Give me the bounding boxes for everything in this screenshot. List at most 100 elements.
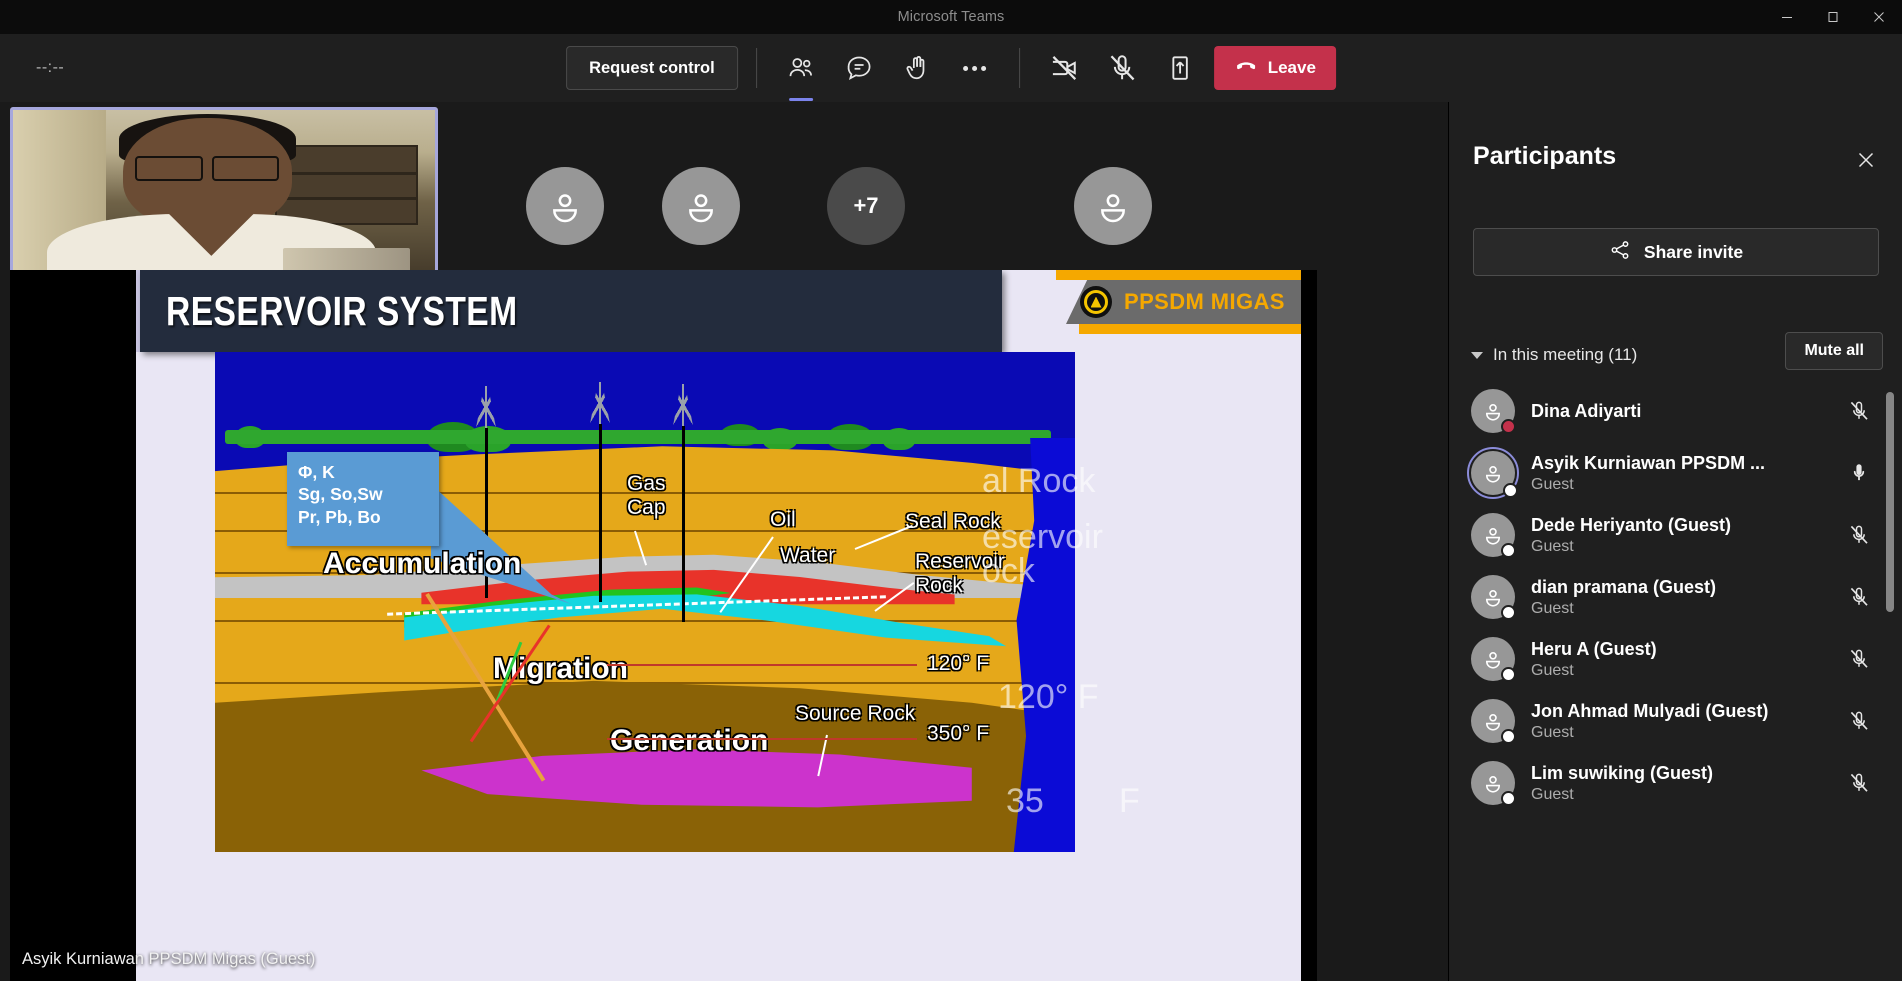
- meeting-timer: --:--: [36, 59, 65, 76]
- logo-top-stripe: [1056, 270, 1301, 280]
- isotherm-120-line: [607, 664, 917, 666]
- participant-name: Asyik Kurniawan PPSDM ...: [1531, 453, 1766, 473]
- list-item[interactable]: Dina Adiyarti: [1449, 380, 1902, 442]
- participant-role: Guest: [1531, 538, 1574, 555]
- ghost-label-temp-120: 120° F: [998, 678, 1099, 716]
- ground-surface: [225, 430, 1051, 444]
- avatar: [1467, 447, 1519, 499]
- avatar: [1471, 513, 1516, 558]
- participant-name: Heru A (Guest): [1531, 639, 1657, 659]
- mic-off-icon[interactable]: [1847, 709, 1871, 733]
- logo-text: PPSDM MIGAS: [1124, 289, 1285, 314]
- list-item[interactable]: Jon Ahmad Mulyadi (Guest) Guest: [1449, 690, 1902, 752]
- ghost-label-rock: ock: [982, 552, 1035, 590]
- avatar: [662, 167, 740, 245]
- mic-on-icon[interactable]: [1847, 461, 1871, 485]
- share-invite-button[interactable]: Share invite: [1473, 228, 1879, 276]
- overflow-count: +7: [827, 167, 905, 245]
- participant-name: Jon Ahmad Mulyadi (Guest): [1531, 701, 1769, 721]
- list-item[interactable]: dian pramana (Guest) Guest: [1449, 566, 1902, 628]
- well-bore: [599, 424, 602, 602]
- mic-off-icon[interactable]: [1847, 585, 1871, 609]
- label-temp-120: 120° F: [927, 652, 990, 675]
- in-this-meeting-section[interactable]: In this meeting (11) Mute all: [1471, 332, 1883, 376]
- presence-dot: [1501, 605, 1516, 620]
- mute-all-button[interactable]: Mute all: [1785, 332, 1883, 370]
- label-accumulation: Accumulation: [323, 547, 522, 580]
- more-options-icon[interactable]: [949, 42, 1001, 94]
- avatar: [1074, 167, 1152, 245]
- avatar: [1471, 699, 1516, 744]
- mic-off-icon[interactable]: [1847, 771, 1871, 795]
- label-water: Water: [780, 544, 836, 567]
- callout-line-3: Pr, Pb, Bo: [298, 506, 381, 527]
- mic-off-icon[interactable]: [1847, 647, 1871, 671]
- restore-icon[interactable]: [1810, 0, 1856, 34]
- ghost-label-temp-350: 35: [1006, 782, 1044, 820]
- section-label: In this meeting (11): [1493, 345, 1638, 364]
- toolbar-divider-2: [1018, 48, 1020, 88]
- minimize-icon[interactable]: [1764, 0, 1810, 34]
- camera-off-icon[interactable]: [1038, 42, 1090, 94]
- window-title: Microsoft Teams: [897, 9, 1005, 25]
- people-icon[interactable]: [775, 42, 827, 101]
- slide-title-bar: RESERVOIR SYSTEM: [140, 270, 1002, 352]
- list-item[interactable]: Asyik Kurniawan PPSDM ... Guest: [1449, 442, 1902, 504]
- participant-role: Guest: [1531, 476, 1574, 493]
- leave-button[interactable]: Leave: [1213, 46, 1336, 90]
- callout-line-2: Sg, So,Sw: [298, 484, 383, 505]
- participant-role: Guest: [1531, 662, 1574, 679]
- panel-title: Participants: [1473, 142, 1617, 170]
- well-bore: [682, 426, 685, 622]
- panel-scrollbar-track[interactable]: [1886, 392, 1898, 972]
- chevron-down-icon: [1471, 351, 1483, 359]
- chat-icon[interactable]: [833, 42, 885, 94]
- panel-scrollbar-thumb[interactable]: [1886, 392, 1894, 612]
- participant-name: Dina Adiyarti: [1531, 401, 1642, 421]
- avatar: [1471, 389, 1516, 434]
- shared-screen[interactable]: RESERVOIR SYSTEM PPSDM MIGAS Φ, K Sg, So…: [10, 270, 1317, 981]
- request-control-button[interactable]: Request control: [566, 46, 738, 90]
- logo-chip: PPSDM MIGAS: [1066, 280, 1301, 324]
- list-item[interactable]: Heru A (Guest) Guest: [1449, 628, 1902, 690]
- participant-role: Guest: [1531, 724, 1574, 741]
- ppsdm-emblem-icon: [1080, 286, 1112, 318]
- avatar: [526, 167, 604, 245]
- presence-dot: [1501, 419, 1516, 434]
- mic-off-icon[interactable]: [1847, 399, 1871, 423]
- avatar: [1471, 761, 1516, 806]
- presence-dot: [1503, 483, 1518, 498]
- raise-hand-icon[interactable]: [891, 42, 943, 94]
- close-icon[interactable]: [1852, 146, 1880, 174]
- participant-name: Lim suwiking (Guest): [1531, 763, 1714, 783]
- label-temp-350: 350° F: [927, 722, 990, 745]
- share-icon[interactable]: [1154, 42, 1206, 94]
- meeting-stage: marhen Ari...: [0, 102, 1448, 981]
- presenter-bar: Asyik Kurniawan PPSDM Migas (Guest): [0, 937, 1448, 981]
- avatar: [1471, 575, 1516, 620]
- list-item[interactable]: Lim suwiking (Guest) Guest: [1449, 752, 1902, 814]
- participant-name: Dede Heriyanto (Guest): [1531, 515, 1732, 535]
- label-generation: Generation: [610, 724, 769, 757]
- participants-list: Dina Adiyarti Asyik Kurniawan PPSDM ... …: [1449, 380, 1902, 980]
- toolbar-center-group: Request control Leave: [566, 34, 1336, 102]
- list-item[interactable]: Dede Heriyanto (Guest) Guest: [1449, 504, 1902, 566]
- window-title-bar: Microsoft Teams: [0, 0, 1902, 34]
- mic-off-icon[interactable]: [1096, 42, 1148, 94]
- close-icon[interactable]: [1856, 0, 1902, 34]
- participant-role: Guest: [1531, 600, 1574, 617]
- participants-panel: Participants Share invite In this meetin…: [1448, 102, 1902, 981]
- presentation-slide: RESERVOIR SYSTEM PPSDM MIGAS Φ, K Sg, So…: [136, 270, 1301, 981]
- share-link-icon: [1609, 239, 1631, 266]
- isotherm-350-line: [607, 738, 917, 740]
- share-invite-label: Share invite: [1643, 241, 1744, 262]
- label-oil: Oil: [770, 508, 796, 531]
- label-gas-cap-line2: Cap: [627, 496, 666, 519]
- toolbar-divider: [755, 48, 757, 88]
- mic-off-icon[interactable]: [1847, 523, 1871, 547]
- callout-line-1: Φ, K: [298, 462, 335, 482]
- property-callout: Φ, K Sg, So,Sw Pr, Pb, Bo: [287, 452, 439, 546]
- hangup-icon: [1234, 54, 1258, 83]
- presence-dot: [1501, 791, 1516, 806]
- presence-dot: [1501, 729, 1516, 744]
